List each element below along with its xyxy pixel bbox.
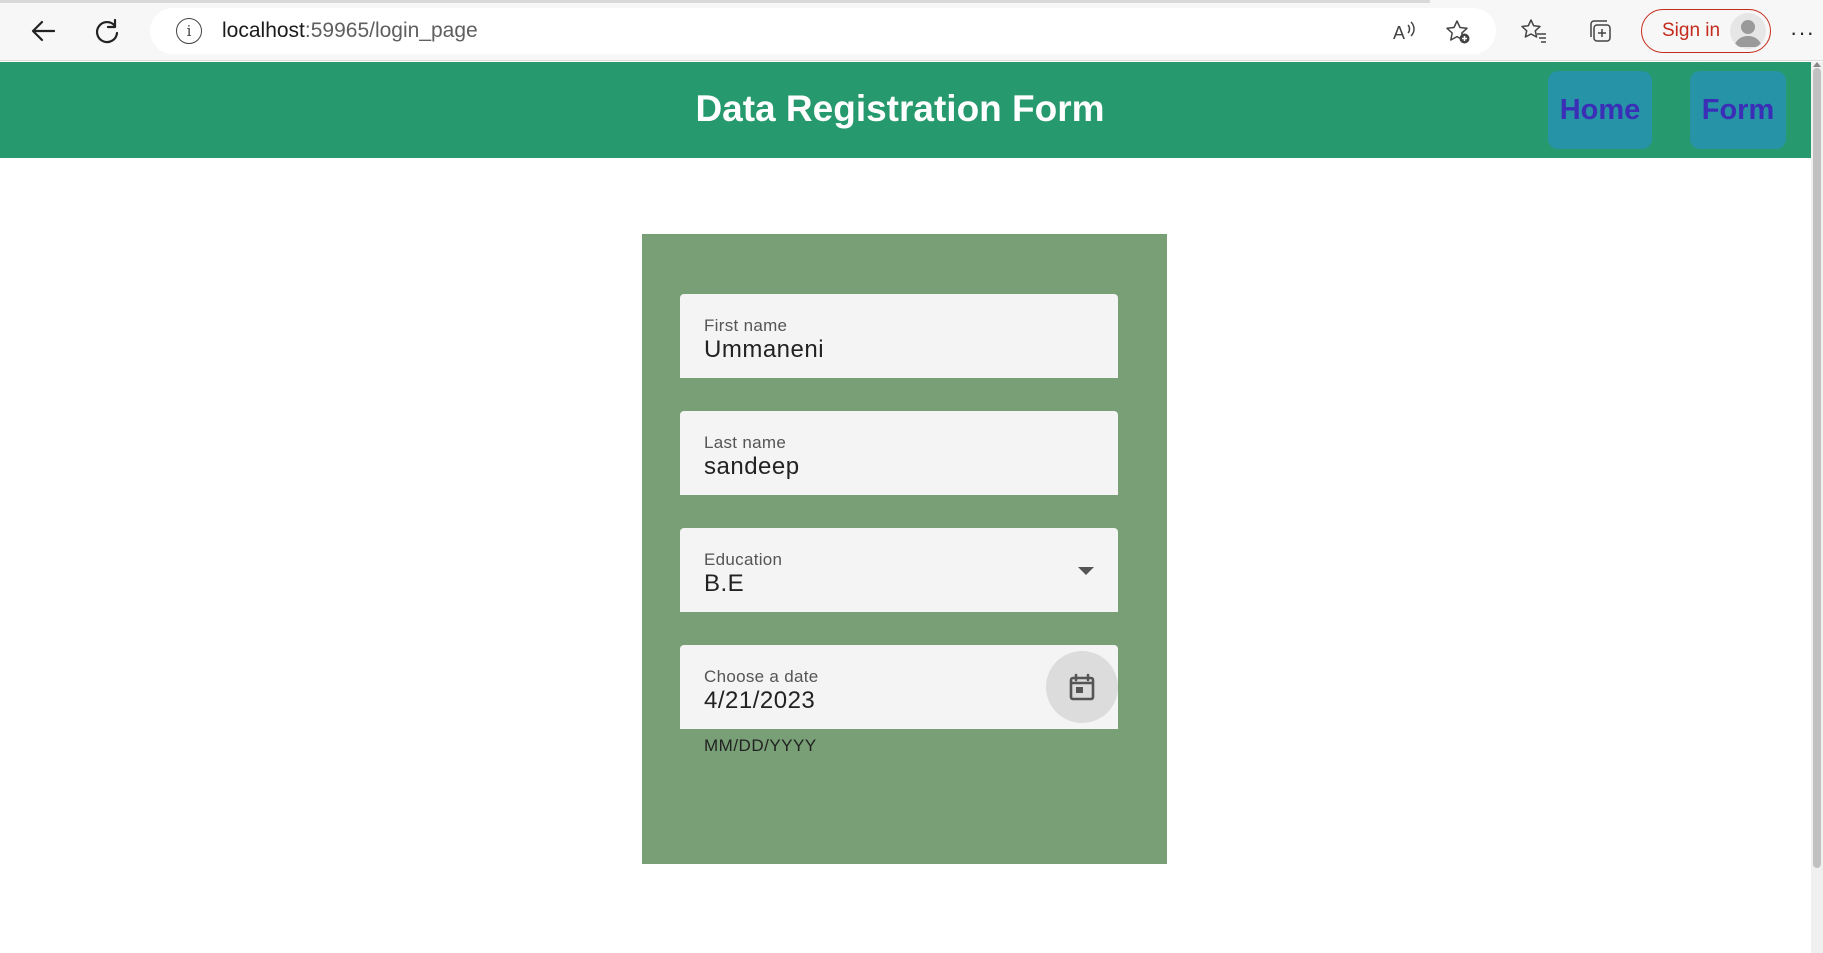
date-format-hint: MM/DD/YYYY [704,736,817,755]
refresh-button[interactable] [84,8,130,54]
date-field[interactable]: Choose a date 4/21/2023 [680,645,1118,729]
date-label: Choose a date [704,667,819,686]
last-name-label: Last name [704,433,787,452]
refresh-icon [95,18,119,44]
tab-strip-edge [0,0,1430,3]
app-header: Data Registration Form Home Form [0,62,1811,158]
first-name-input[interactable]: Ummaneni [704,336,824,364]
date-input[interactable]: 4/21/2023 [704,687,815,715]
last-name-field[interactable]: Last name sandeep [680,411,1118,495]
datepicker-toggle-button[interactable] [1046,651,1118,723]
url-path: :59965/login_page [304,19,478,42]
url-text[interactable]: localhost:59965/login_page [222,19,478,43]
education-label: Education [704,550,783,569]
back-arrow-icon [31,20,56,42]
nav-form-button[interactable]: Form [1690,71,1786,149]
favorites-icon[interactable] [1518,15,1550,47]
browser-toolbar: i localhost:59965/login_page A Sign in ·… [0,0,1823,61]
nav-home-button[interactable]: Home [1548,71,1652,149]
dropdown-arrow-icon[interactable] [1078,567,1094,575]
back-button[interactable] [20,8,66,54]
first-name-label: First name [704,316,788,335]
read-aloud-icon[interactable]: A [1388,16,1420,48]
page-scrollbar[interactable] [1811,62,1823,953]
info-icon[interactable]: i [176,18,202,44]
add-favorite-icon[interactable] [1442,16,1474,48]
last-name-input[interactable]: sandeep [704,453,800,481]
scroll-thumb[interactable] [1813,68,1821,868]
sign-in-button[interactable]: Sign in [1641,9,1771,53]
profile-icon [1730,13,1766,49]
calendar-icon [1069,673,1095,701]
address-bar[interactable]: i localhost:59965/login_page A [150,8,1496,54]
page-title: Data Registration Form [695,88,1105,129]
registration-form-card: First name Ummaneni Last name sandeep Ed… [642,234,1167,864]
education-value[interactable]: B.E [704,570,744,598]
education-select[interactable]: Education B.E [680,528,1118,612]
sign-in-label: Sign in [1662,20,1721,41]
url-host: localhost [222,19,305,42]
scroll-up-arrow-icon[interactable] [1813,62,1821,67]
first-name-field[interactable]: First name Ummaneni [680,294,1118,378]
svg-text:A: A [1393,23,1405,43]
collections-icon[interactable] [1584,15,1616,47]
more-options-icon[interactable]: ··· [1790,20,1815,46]
